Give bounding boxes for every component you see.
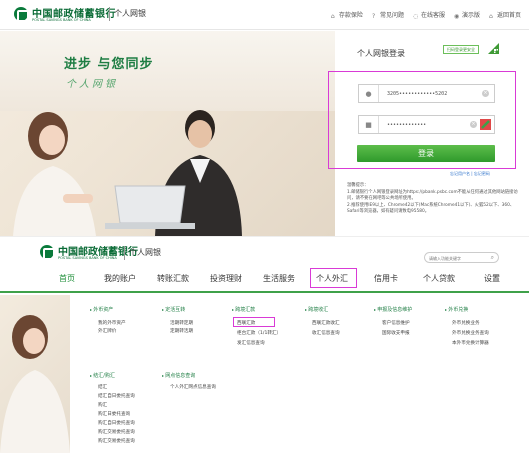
nav-home[interactable]: 首页 — [59, 273, 75, 284]
menu-item[interactable]: 客户信息维护 — [382, 320, 410, 326]
link-faq[interactable]: ? 常见问题 — [371, 10, 404, 20]
menu-item[interactable]: 结汇 — [98, 384, 107, 390]
password-field[interactable]: ■ × — [358, 115, 495, 134]
menu-header-declaration: 申报及信息维护 — [374, 306, 412, 313]
menu-item[interactable]: 结汇自日委托查询 — [98, 393, 135, 399]
western-union-highlight — [233, 317, 275, 327]
account-input[interactable] — [387, 87, 482, 100]
menu-item[interactable]: 定期转活期 — [170, 328, 193, 334]
menu-item[interactable]: 外汇牌价 — [98, 328, 116, 334]
eye-icon: ◉ — [453, 13, 460, 20]
user-icon: ● — [359, 85, 379, 102]
clear-icon[interactable]: × — [482, 90, 489, 97]
lock-icon: ■ — [359, 116, 379, 133]
menu-item[interactable]: 本外币兑换计算器 — [452, 340, 489, 346]
clear-icon[interactable]: × — [470, 121, 477, 128]
menu-item[interactable]: 发汇信息查询 — [237, 340, 265, 346]
menu-item[interactable]: 购汇 — [98, 402, 107, 408]
bank-name-en: POSTAL SAVINGS BANK OF CHINA — [58, 256, 117, 260]
bank-name-en: POSTAL SAVINGS BANK OF CHINA — [32, 18, 91, 22]
bank-logo-icon[interactable] — [14, 7, 29, 22]
woman-figure-image — [0, 315, 70, 453]
menu-item[interactable]: 收汇信息查询 — [312, 330, 340, 336]
tips-line-2: 2.推荐使用IE9以上、Chrome42以下(Mac系统Chrome41以下)、… — [347, 202, 515, 215]
menu-item[interactable]: 购汇日委托查询 — [98, 411, 130, 417]
menu-item[interactable]: 购汇自日委托查询 — [98, 420, 135, 426]
house-icon: ⌂ — [488, 13, 493, 20]
nav-settings[interactable]: 设置 — [484, 273, 500, 284]
question-icon: ? — [371, 13, 376, 20]
nav-personal-loan[interactable]: 个人贷款 — [423, 273, 455, 284]
nav-my-account[interactable]: 我的账户 — [104, 273, 136, 284]
menu-item[interactable]: 个人外汇网点信息查询 — [170, 384, 216, 390]
link-demo[interactable]: ◉ 演示版 — [453, 10, 480, 20]
header-divider — [124, 246, 125, 260]
menu-header-fixed-current: 定活互转 — [162, 306, 185, 313]
hero-sky — [0, 31, 335, 111]
top-links: ⌂ 存款保险 ? 常见问题 ◌ 在线客服 ◉ 演示版 ⌂ 返回首页 — [330, 10, 521, 20]
link-back-home[interactable]: ⌂ 返回首页 — [488, 10, 521, 20]
main-nav: 首页 我的账户 转账汇款 投资理财 生活服务 个人外汇 信用卡 个人贷款 设置 — [0, 267, 529, 293]
dropdown-side-image — [0, 295, 70, 453]
menu-item[interactable]: 外币兑换业务查询 — [452, 330, 489, 336]
product-title: 个人网银 — [114, 9, 146, 18]
nav-forex-highlight — [310, 268, 357, 288]
product-title: 个人网银 — [129, 248, 161, 257]
bank-logo-icon[interactable] — [40, 245, 55, 260]
forgot-links[interactable]: 忘记用户名 | 忘记密码 — [450, 171, 490, 177]
password-input[interactable] — [387, 118, 482, 131]
nav-investment[interactable]: 投资理财 — [210, 273, 242, 284]
login-tips: 温馨提示： 1.邮储银行个人网银登录网址为https://pbank.psbc.… — [347, 183, 522, 216]
link-deposit-insurance[interactable]: ⌂ 存款保险 — [330, 10, 363, 20]
search-icon[interactable]: ⌕ — [491, 254, 494, 262]
woman-figure-image — [13, 112, 96, 236]
menu-header-foreign-assets: 外币资产 — [90, 306, 113, 313]
link-online-service[interactable]: ◌ 在线客服 — [412, 10, 445, 20]
hero-slogan: 进步 与您同步 — [64, 57, 154, 72]
menu-header-currency-exchange: 外币兑换 — [445, 306, 468, 313]
menu-header-cross-border-receive: 跨境收汇 — [305, 306, 328, 313]
home-icon: ⌂ — [330, 13, 335, 20]
header-divider — [109, 7, 110, 21]
hero-subtitle: 个人网银 — [66, 79, 118, 90]
menu-item[interactable]: 国际收支申报 — [382, 330, 410, 336]
nav-life-services[interactable]: 生活服务 — [263, 273, 295, 284]
menu-item[interactable]: 活期转定期 — [170, 320, 193, 326]
function-search-input[interactable] — [429, 254, 489, 262]
account-field[interactable]: ● × — [358, 84, 495, 103]
menu-header-branch-query: 网点信息查询 — [162, 372, 195, 379]
hero-banner: 进步 与您同步 个人网银 — [0, 31, 335, 236]
menu-header-settlement: 结汇/购汇 — [90, 372, 115, 379]
function-search[interactable]: ⌕ — [424, 252, 499, 263]
tips-line-1: 1.邮储银行个人网银登录网址为https://pbank.psbc.com不能从… — [347, 189, 518, 202]
top-header: 中国邮政储蓄银行 POSTAL SAVINGS BANK OF CHINA 个人… — [0, 0, 529, 30]
qr-login-badge[interactable]: 扫码登录更安全 — [443, 45, 479, 54]
qr-code-icon[interactable] — [488, 43, 499, 54]
login-button[interactable]: 登录 — [357, 145, 495, 162]
keyboard-icon[interactable] — [480, 119, 491, 130]
menu-item[interactable]: 外币兑换业务 — [452, 320, 480, 326]
menu-item[interactable]: 西联汇款收汇 — [312, 320, 340, 326]
menu-header-cross-border-remit: 跨境汇款 — [232, 306, 255, 313]
nav-transfer[interactable]: 转账汇款 — [157, 273, 189, 284]
menu-item[interactable]: 购汇交易委托查询 — [98, 429, 135, 435]
login-title: 个人网银登录 — [357, 49, 405, 58]
nav-credit-card[interactable]: 信用卡 — [374, 273, 398, 284]
menu-item[interactable]: 购汇交易委托查询 — [98, 438, 135, 444]
laptop-image — [105, 185, 195, 229]
menu-item[interactable]: 我的外币资产 — [98, 320, 126, 326]
menu-item[interactable]: 柜台汇款（1/1转汇） — [237, 330, 281, 336]
chat-icon: ◌ — [412, 13, 419, 20]
